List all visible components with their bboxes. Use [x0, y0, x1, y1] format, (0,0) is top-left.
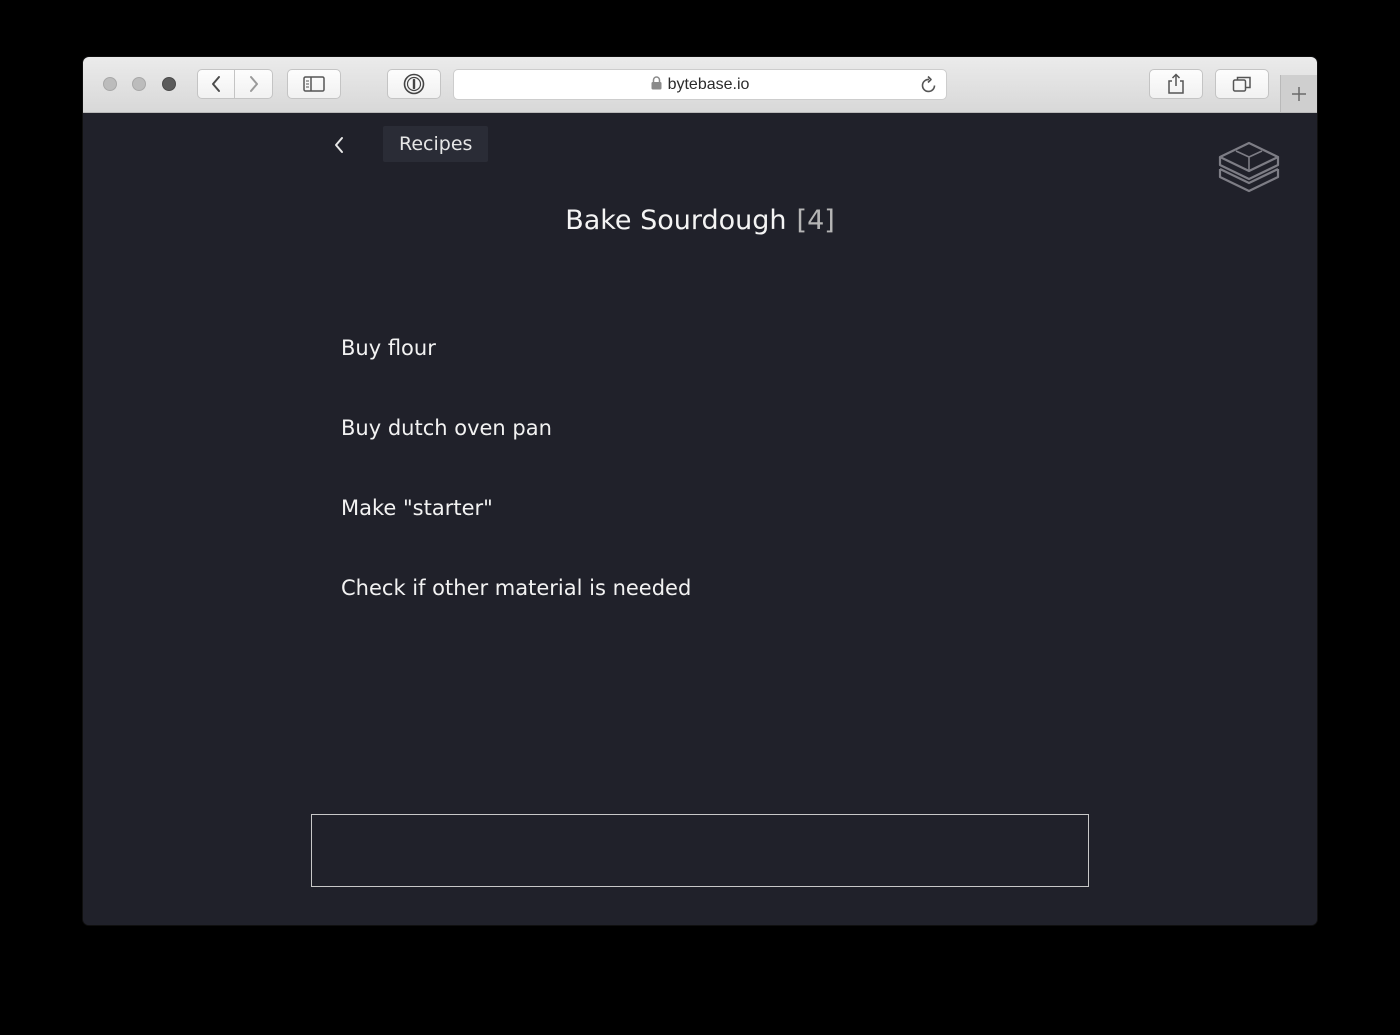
tabs-overview-button[interactable] — [1215, 69, 1269, 99]
browser-forward-button[interactable] — [235, 69, 273, 99]
chevron-left-icon — [212, 76, 220, 92]
task-count: [4] — [796, 205, 835, 236]
stacked-cube-logo-icon — [1218, 141, 1280, 193]
breadcrumb-recipes[interactable]: Recipes — [383, 126, 489, 162]
tabs-overview-icon — [1232, 76, 1251, 92]
new-task-input[interactable] — [311, 814, 1089, 887]
minimize-window-button[interactable] — [132, 77, 146, 91]
password-manager-icon — [403, 73, 425, 95]
sidebar-icon — [303, 76, 325, 92]
browser-toolbar: bytebase.io — [83, 57, 1317, 113]
new-tab-button[interactable] — [1280, 75, 1317, 112]
share-button[interactable] — [1149, 69, 1203, 99]
project-title: Bake Sourdough [4] — [83, 205, 1317, 236]
task-item[interactable]: Make "starter" — [341, 493, 691, 573]
chevron-left-icon — [335, 137, 343, 153]
back-button[interactable] — [329, 133, 349, 157]
chevron-right-icon — [249, 76, 258, 92]
address-bar[interactable]: bytebase.io — [453, 69, 947, 100]
share-icon — [1168, 73, 1184, 94]
task-item[interactable]: Check if other material is needed — [341, 573, 691, 653]
browser-window: bytebase.io Recipes Bake Sourdough [4] B… — [83, 57, 1317, 925]
task-item[interactable]: Buy dutch oven pan — [341, 413, 691, 493]
browser-back-button[interactable] — [197, 69, 235, 99]
page-content: Recipes Bake Sourdough [4] Buy flour Buy … — [83, 113, 1317, 925]
project-title-text: Bake Sourdough — [565, 205, 787, 236]
password-manager-button[interactable] — [387, 69, 441, 99]
plus-icon — [1292, 86, 1306, 101]
url-text: bytebase.io — [667, 76, 750, 93]
zoom-window-button[interactable] — [162, 77, 176, 91]
reload-icon[interactable] — [920, 75, 938, 95]
show-sidebar-button[interactable] — [287, 69, 341, 99]
close-window-button[interactable] — [103, 77, 117, 91]
task-item[interactable]: Buy flour — [341, 333, 691, 413]
task-list: Buy flour Buy dutch oven pan Make "start… — [341, 333, 691, 653]
lock-icon — [651, 76, 662, 90]
